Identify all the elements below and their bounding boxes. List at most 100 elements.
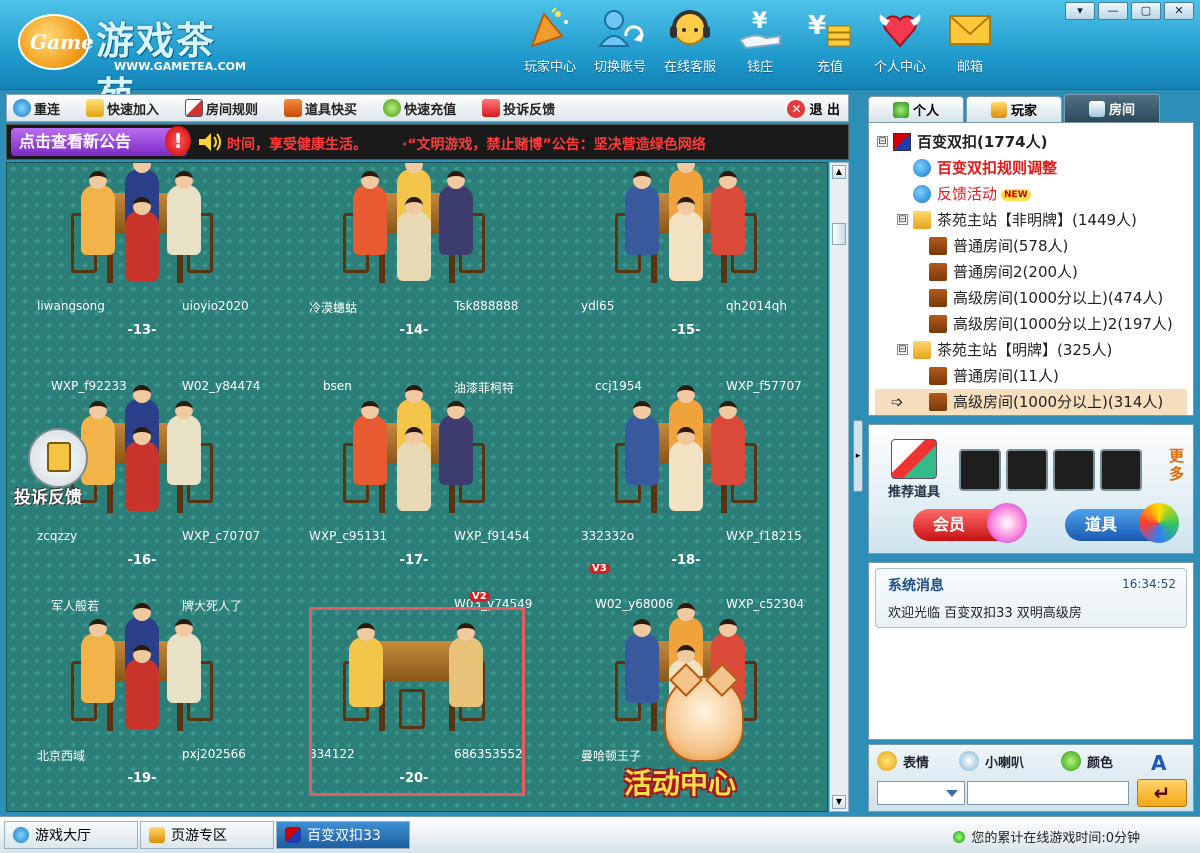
tree-toggle[interactable]: ⊟ [897, 214, 908, 225]
window-menu-button[interactable]: ▾ [1065, 2, 1095, 20]
game-table[interactable]: liwangsong uioyio2020 -13- [7, 163, 277, 358]
highlighted-table-20[interactable] [309, 607, 525, 796]
buy-props-button[interactable]: 道具快买 [284, 99, 357, 118]
seat-name-top-right[interactable]: 牌大死人了 [182, 597, 242, 614]
room-group[interactable]: ⊟ 茶苑主站【明牌】(325人) [869, 337, 1193, 363]
tab-rooms[interactable]: 房间 [1064, 94, 1160, 122]
nav-mailbox[interactable]: 邮箱 [935, 6, 1005, 75]
room-group[interactable]: ⊟ 茶苑主站【非明牌】(1449人) [869, 207, 1193, 233]
nav-recharge[interactable]: ¥ 充值 [795, 6, 865, 75]
room-group[interactable]: ⊟ 百变双扣(1774人) [869, 129, 1193, 155]
recommended-props[interactable]: 推荐道具 [879, 439, 949, 500]
room-item[interactable]: 普通房间2(200人) [869, 259, 1193, 285]
seat-name-bottom-left[interactable]: 冷漠蟪蛄 [309, 299, 357, 316]
chat-target-select[interactable] [877, 781, 965, 805]
card-table-graphic[interactable] [611, 163, 761, 283]
taskbar-tab-web-games[interactable]: 页游专区 [140, 821, 274, 849]
seat-name-top-left[interactable]: bsen [323, 379, 352, 393]
seat-name-top-left[interactable]: 军人般若 [51, 597, 99, 614]
seat-name-bottom-left[interactable]: ydl65 [581, 299, 614, 313]
window-close-button[interactable]: ✕ [1164, 2, 1194, 20]
taskbar-tab-game-hall[interactable]: 游戏大厅 [4, 821, 138, 849]
nav-player-center[interactable]: 玩家中心 [515, 6, 585, 75]
game-table[interactable]: 冷漠蟪蛄 Tsk888888 -14- [279, 163, 549, 358]
taskbar-tab-current-game[interactable]: 百变双扣33 [276, 821, 410, 849]
notice-link[interactable]: 百变双扣规则调整 [869, 155, 1193, 181]
nav-personal-center[interactable]: 个人中心 [865, 6, 935, 75]
reconnect-button[interactable]: 重连 [13, 99, 60, 118]
seat-name-bottom-left[interactable]: zcqzzy [37, 529, 77, 543]
room-item[interactable]: 普通房间(11人) [869, 363, 1193, 389]
scroll-down-arrow[interactable]: ▼ [832, 795, 846, 809]
seat-name-top-right[interactable]: WXP_c52304 [726, 597, 804, 611]
panel-splitter[interactable]: ▸ [853, 420, 863, 492]
seat-name-top-right[interactable]: W02_y84474 [182, 379, 260, 393]
room-item[interactable]: 普通房间(578人) [869, 233, 1193, 259]
tab-personal[interactable]: 个人 [868, 96, 964, 122]
more-props-link[interactable]: 更多 [1169, 447, 1189, 483]
tab-players[interactable]: 玩家 [966, 96, 1062, 122]
card-table-graphic[interactable] [67, 163, 217, 283]
props-button[interactable]: 道具 [1065, 503, 1179, 543]
room-item[interactable]: 高级房间(1000分以上)2(197人) [869, 311, 1193, 337]
send-button[interactable]: ↵ [1137, 779, 1187, 807]
tree-toggle[interactable]: ⊟ [877, 136, 888, 147]
seat-name-bottom-left[interactable]: 332332o [581, 529, 634, 543]
room-item[interactable]: 高级房间(1000分以上)(474人) [869, 285, 1193, 311]
seat-name-top-left[interactable]: ccj1954 [595, 379, 642, 393]
game-table[interactable]: 军人般若 牌大死人了 北京西域 pxj202566 -19- [7, 591, 277, 806]
seat-name-bottom-left[interactable]: 北京西域 [37, 747, 85, 764]
view-announcement-button[interactable]: 点击查看新公告 ! [11, 126, 191, 156]
card-table-graphic[interactable] [339, 385, 489, 513]
nav-online-service[interactable]: 在线客服 [655, 6, 725, 75]
lobby-scrollbar[interactable]: ▲ ▼ [829, 162, 849, 812]
font-button[interactable]: A [1151, 751, 1166, 775]
seat-name-bottom-right[interactable]: Tsk888888 [454, 299, 518, 313]
quick-recharge-button[interactable]: 快速充值 [383, 99, 456, 118]
horn-button[interactable]: 小喇叭 [959, 751, 1024, 771]
seat-name-bottom-right[interactable]: qh2014qh [726, 299, 787, 313]
prop-slot[interactable] [1100, 449, 1142, 491]
player-avatar [81, 171, 115, 255]
seat-name-bottom-right[interactable]: WXP_c70707 [182, 529, 260, 543]
room-rules-button[interactable]: 房间规则 [185, 99, 258, 118]
game-table[interactable]: ydl65 qh2014qh -15- [551, 163, 821, 358]
seat-name-bottom-left[interactable]: liwangsong [37, 299, 105, 313]
room-item[interactable]: ➩ 高级房间(1000分以上)(314人) [875, 389, 1187, 415]
prop-slot[interactable] [1006, 449, 1048, 491]
prop-slot[interactable] [1053, 449, 1095, 491]
seat-name-bottom-right[interactable]: WXP_f18215 [726, 529, 802, 543]
chat-input[interactable] [967, 781, 1129, 805]
prop-slot[interactable] [959, 449, 1001, 491]
window-minimize-button[interactable]: — [1098, 2, 1128, 20]
card-table-graphic[interactable] [67, 603, 217, 731]
game-table[interactable]: ccj1954 WXP_f57707 332332o WXP_f18215 -18- [551, 373, 821, 588]
seat-name-bottom-right[interactable]: WXP_f91454 [454, 529, 530, 543]
window-maximize-button[interactable]: ▢ [1131, 2, 1161, 20]
seat-name-top-right[interactable]: 油漆菲柯特 [454, 379, 514, 396]
game-table[interactable]: bsen 油漆菲柯特 WXP_c95131 WXP_f91454 -17- [279, 373, 549, 588]
card-table-graphic[interactable] [339, 163, 489, 283]
color-button[interactable]: 颜色 [1061, 751, 1113, 771]
scroll-up-arrow[interactable]: ▲ [832, 165, 846, 179]
notice-link[interactable]: 反馈活动 NEW [869, 181, 1193, 207]
seat-name-bottom-left[interactable]: WXP_c95131 [309, 529, 387, 543]
complaint-feedback-button[interactable]: 投诉反馈 [482, 99, 555, 118]
card-table-graphic[interactable] [611, 385, 761, 513]
quick-join-button[interactable]: 快速加入 [86, 99, 159, 118]
nav-bank[interactable]: ¥ 钱庄 [725, 6, 795, 75]
seat-name-bottom-right[interactable]: uioyio2020 [182, 299, 249, 313]
seat-name-top-left[interactable]: W02_y68006 [595, 597, 673, 611]
emoji-button[interactable]: 表情 [877, 751, 929, 771]
nav-switch-account[interactable]: 切换账号 [585, 6, 655, 75]
member-button[interactable]: 会员 [913, 503, 1027, 543]
seat-name-bottom-right[interactable]: pxj202566 [182, 747, 246, 761]
scroll-thumb[interactable] [832, 223, 846, 245]
tree-toggle[interactable]: ⊟ [897, 344, 908, 355]
seat-name-top-right[interactable]: WXP_f57707 [726, 379, 802, 393]
seat-name-top-left[interactable]: WXP_f92233 [51, 379, 127, 393]
money-hand-icon: ¥ [736, 6, 784, 52]
feedback-float-button[interactable]: 投诉反馈 [14, 428, 104, 514]
activity-center-float-button[interactable]: 活动中心 [624, 676, 764, 806]
exit-button[interactable]: ✕ 退 出 [787, 99, 840, 118]
